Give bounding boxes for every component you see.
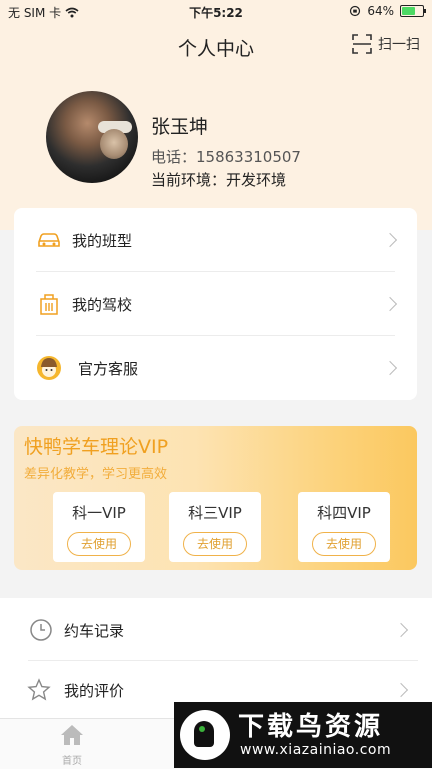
vip-card-name: 科三VIP [188, 504, 242, 522]
chevron-right-icon [393, 622, 409, 638]
vip-card-subject-1[interactable]: 科一VIP 去使用 [53, 492, 145, 562]
menu-label-customer-service: 官方客服 [78, 359, 139, 378]
watermark-url: www.xiazainiao.com [240, 742, 392, 758]
chevron-right-icon [382, 360, 398, 376]
menu-label-booking-records: 约车记录 [64, 621, 125, 640]
orientation-lock-icon [350, 5, 361, 17]
home-icon [61, 725, 83, 745]
vip-banner: 快鸭学车理论VIP 差异化教学，学习更高效 科一VIP 去使用 科三VIP 去使… [14, 426, 417, 570]
clock-icon [28, 617, 54, 643]
watermark-banner: 下载鸟资源 www.xiazainiao.com [174, 702, 432, 768]
vip-card-subject-4[interactable]: 科四VIP 去使用 [298, 492, 390, 562]
profile-environment: 当前环境：开发环境 [151, 171, 287, 189]
customer-service-icon [36, 355, 62, 381]
watermark-logo-icon [180, 710, 230, 760]
status-bar: 无 SIM 卡 下午5:22 64% [0, 0, 432, 22]
battery-fill [402, 7, 415, 15]
scan-button[interactable]: 扫一扫 [352, 34, 420, 54]
watermark-title: 下载鸟资源 [238, 712, 384, 742]
vip-subtitle: 差异化教学，学习更高效 [24, 467, 168, 482]
menu-item-class-type[interactable]: 我的班型 [14, 208, 417, 272]
battery-icon [400, 5, 426, 17]
car-icon [36, 227, 62, 253]
vip-card-name: 科一VIP [72, 504, 126, 522]
profile-name: 张玉坤 [151, 116, 209, 138]
building-icon [36, 291, 62, 317]
chevron-right-icon [393, 682, 409, 698]
vip-card-subject-3[interactable]: 科三VIP 去使用 [169, 492, 261, 562]
use-button[interactable]: 去使用 [183, 532, 247, 556]
menu-label-class-type: 我的班型 [72, 231, 133, 250]
scan-icon [352, 34, 372, 54]
use-button[interactable]: 去使用 [312, 532, 376, 556]
chevron-right-icon [382, 232, 398, 248]
menu-item-driving-school[interactable]: 我的驾校 [14, 272, 417, 336]
vip-card-name: 科四VIP [317, 504, 371, 522]
tab-home[interactable]: 首页 [56, 723, 88, 767]
scan-label: 扫一扫 [378, 37, 420, 53]
avatar[interactable] [46, 91, 138, 183]
chevron-right-icon [382, 296, 398, 312]
menu-card-secondary: 约车记录 我的评价 [0, 598, 432, 718]
menu-label-driving-school: 我的驾校 [72, 295, 133, 314]
menu-card-primary: 我的班型 我的驾校 官方客服 [14, 208, 417, 400]
tab-home-label: 首页 [62, 756, 82, 767]
battery-percent: 64% [367, 4, 394, 18]
vip-title: 快鸭学车理论VIP [24, 436, 169, 458]
menu-item-customer-service[interactable]: 官方客服 [14, 336, 417, 400]
profile-phone: 电话：15863310507 [151, 148, 301, 166]
use-button[interactable]: 去使用 [67, 532, 131, 556]
menu-label-my-reviews: 我的评价 [64, 681, 125, 700]
star-icon [26, 677, 52, 703]
menu-item-booking-records[interactable]: 约车记录 [0, 598, 432, 662]
